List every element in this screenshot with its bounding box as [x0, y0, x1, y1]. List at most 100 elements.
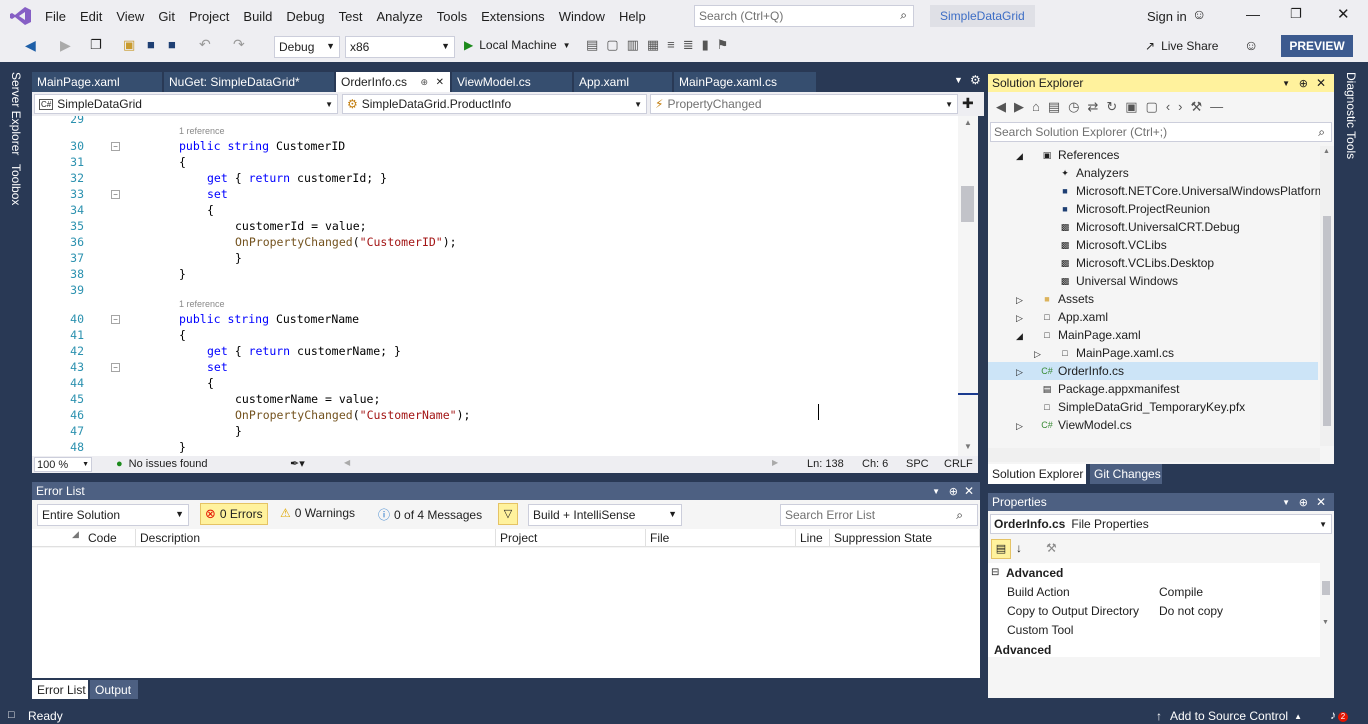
- pin-icon[interactable]: ⊕: [1299, 496, 1308, 509]
- build-filter-combo[interactable]: Build + IntelliSense ▼: [528, 504, 682, 526]
- open-folder-icon[interactable]: ▣: [123, 37, 135, 53]
- tree-item-netcore[interactable]: ■ Microsoft.NETCore.UniversalWindowsPlatf…: [1058, 182, 1324, 200]
- chevron-down-icon[interactable]: ▼: [1322, 619, 1329, 626]
- tree-item-appxmanifest[interactable]: ▤ Package.appxmanifest: [1040, 380, 1180, 398]
- sort-icon[interactable]: ◢: [72, 529, 79, 540]
- collapse-icon[interactable]: ⊟: [991, 567, 999, 578]
- menu-edit[interactable]: Edit: [73, 9, 109, 24]
- type-combo[interactable]: ⚙ SimpleDataGrid.ProductInfo ▼: [342, 94, 647, 114]
- solution-search-input[interactable]: Search Solution Explorer (Ctrl+;) ⌕: [990, 122, 1332, 142]
- property-value[interactable]: Compile: [1159, 585, 1203, 599]
- split-icon[interactable]: ✚: [962, 95, 974, 112]
- gear-icon[interactable]: ⚙: [970, 73, 981, 87]
- tree-item-references[interactable]: ▣ References: [1040, 146, 1120, 164]
- tree-hscrollbar[interactable]: [988, 448, 1320, 462]
- restore-icon[interactable]: ❐: [1290, 6, 1302, 22]
- save-all-icon[interactable]: ■: [168, 37, 176, 52]
- property-scrollbar[interactable]: ▼: [1320, 579, 1332, 629]
- toolbar-icon-group[interactable]: ▤▢▥▦≡≣▮⚑: [586, 37, 736, 53]
- property-pages-icon[interactable]: ⚒: [1046, 541, 1057, 555]
- chevron-right-icon[interactable]: ▶: [772, 458, 778, 467]
- platform-combo[interactable]: x86 ▼: [345, 36, 455, 58]
- notifications-button[interactable]: ♪ 2: [1330, 708, 1348, 722]
- tab-nuget[interactable]: NuGet: SimpleDataGrid*: [164, 72, 334, 92]
- object-selector[interactable]: OrderInfo.cs File Properties ▼: [990, 514, 1332, 534]
- expand-arrow-icon[interactable]: ▷: [1016, 367, 1023, 378]
- menu-git[interactable]: Git: [151, 9, 182, 24]
- source-control-button[interactable]: ↑ Add to Source Control ▲: [1156, 709, 1302, 723]
- menu-tools[interactable]: Tools: [430, 9, 474, 24]
- account-icon[interactable]: ☺: [1192, 6, 1206, 22]
- collapse-icon[interactable]: −: [111, 315, 120, 324]
- categorized-icon[interactable]: ▤: [991, 539, 1011, 559]
- column-project[interactable]: Project: [496, 529, 646, 547]
- new-project-icon[interactable]: ❐: [90, 37, 102, 53]
- tree-item-pfx[interactable]: □ SimpleDataGrid_TemporaryKey.pfx: [1040, 398, 1245, 416]
- diagnostic-tools-tab[interactable]: Diagnostic Tools: [1344, 72, 1358, 159]
- brush-icon[interactable]: ✒▾: [290, 457, 305, 470]
- expand-arrow-icon[interactable]: ▷: [1016, 421, 1023, 432]
- sign-in-link[interactable]: Sign in: [1147, 9, 1187, 24]
- property-name[interactable]: Custom Tool: [1007, 623, 1073, 637]
- chevron-down-icon[interactable]: ▼: [1282, 79, 1290, 88]
- close-icon[interactable]: ✕: [436, 77, 444, 88]
- chevron-down-icon[interactable]: ▼: [1282, 498, 1290, 507]
- tree-item-orderinfo-cs[interactable]: C# OrderInfo.cs: [1040, 362, 1124, 380]
- menu-file[interactable]: File: [38, 9, 73, 24]
- editor-scrollbar[interactable]: ▲ ▼: [958, 116, 978, 456]
- scroll-thumb[interactable]: [1323, 216, 1331, 426]
- tab-mainpage-xaml[interactable]: MainPage.xaml: [32, 72, 162, 92]
- chevron-down-icon[interactable]: ▼: [932, 487, 940, 496]
- line-indicator[interactable]: Ln: 138: [807, 458, 844, 470]
- menu-help[interactable]: Help: [612, 9, 653, 24]
- menu-build[interactable]: Build: [236, 9, 279, 24]
- expand-arrow-icon[interactable]: ▷: [1016, 313, 1023, 324]
- collapse-icon[interactable]: −: [111, 363, 120, 372]
- expand-arrow-icon[interactable]: ▷: [1034, 349, 1041, 360]
- collapse-arrow-icon[interactable]: ◢: [1016, 151, 1023, 162]
- tree-item-universalcrt[interactable]: ▩ Microsoft.UniversalCRT.Debug: [1058, 218, 1240, 236]
- messages-filter-button[interactable]: ⓘ 0 of 4 Messages: [378, 506, 482, 523]
- chevron-up-icon[interactable]: ▲: [1323, 148, 1330, 155]
- tree-item-app-xaml[interactable]: □ App.xaml: [1040, 308, 1108, 326]
- toolbox-tab[interactable]: Toolbox: [9, 164, 23, 205]
- feedback-icon[interactable]: ☺: [1244, 37, 1258, 53]
- collapse-icon[interactable]: −: [111, 142, 120, 151]
- error-search-input[interactable]: Search Error List ⌕: [780, 504, 978, 526]
- property-value[interactable]: Do not copy: [1159, 604, 1223, 618]
- chevron-down-icon[interactable]: ▼: [954, 75, 963, 85]
- menu-view[interactable]: View: [109, 9, 151, 24]
- scope-combo[interactable]: Entire Solution ▼: [37, 504, 189, 526]
- menu-window[interactable]: Window: [552, 9, 612, 24]
- member-combo[interactable]: ⚡ PropertyChanged ▼: [650, 94, 958, 114]
- chevron-left-icon[interactable]: ◀: [344, 458, 350, 467]
- property-name[interactable]: Build Action: [1007, 585, 1070, 599]
- preview-button[interactable]: PREVIEW: [1281, 35, 1353, 57]
- column-line[interactable]: Line: [796, 529, 830, 547]
- tree-item-viewmodel-cs[interactable]: C# ViewModel.cs: [1040, 416, 1132, 434]
- tree-item-universal-windows[interactable]: ▩ Universal Windows: [1058, 272, 1178, 290]
- expand-arrow-icon[interactable]: ▷: [1016, 295, 1023, 306]
- save-icon[interactable]: ■: [147, 37, 155, 52]
- tab-output[interactable]: Output: [90, 680, 138, 699]
- char-indicator[interactable]: Ch: 6: [862, 458, 888, 470]
- tree-scrollbar[interactable]: ▲: [1320, 146, 1334, 446]
- issues-indicator[interactable]: ● No issues found: [116, 458, 208, 470]
- redo-icon[interactable]: ↷: [233, 36, 245, 53]
- minimize-icon[interactable]: —: [1246, 6, 1260, 22]
- tree-item-mainpage-xaml[interactable]: □ MainPage.xaml: [1040, 326, 1140, 344]
- error-list-body[interactable]: [32, 548, 980, 678]
- forward-icon[interactable]: ▶: [60, 37, 71, 54]
- column-code[interactable]: Code: [84, 529, 136, 547]
- pin-icon[interactable]: ⊕: [1299, 77, 1308, 90]
- project-combo[interactable]: C# SimpleDataGrid ▼: [34, 94, 338, 114]
- column-description[interactable]: Description: [136, 529, 496, 547]
- tab-app-xaml[interactable]: App.xaml: [574, 72, 672, 92]
- property-name[interactable]: Copy to Output Directory: [1007, 604, 1139, 618]
- tab-git-changes[interactable]: Git Changes: [1090, 464, 1162, 484]
- tree-item-vclibs-desktop[interactable]: ▩ Microsoft.VCLibs.Desktop: [1058, 254, 1214, 272]
- collapse-icon[interactable]: −: [111, 190, 120, 199]
- undo-icon[interactable]: ↶: [199, 36, 211, 53]
- tab-orderinfo-cs[interactable]: OrderInfo.cs ⊕ ✕: [336, 72, 450, 92]
- tree-item-assets[interactable]: ■ Assets: [1040, 290, 1094, 308]
